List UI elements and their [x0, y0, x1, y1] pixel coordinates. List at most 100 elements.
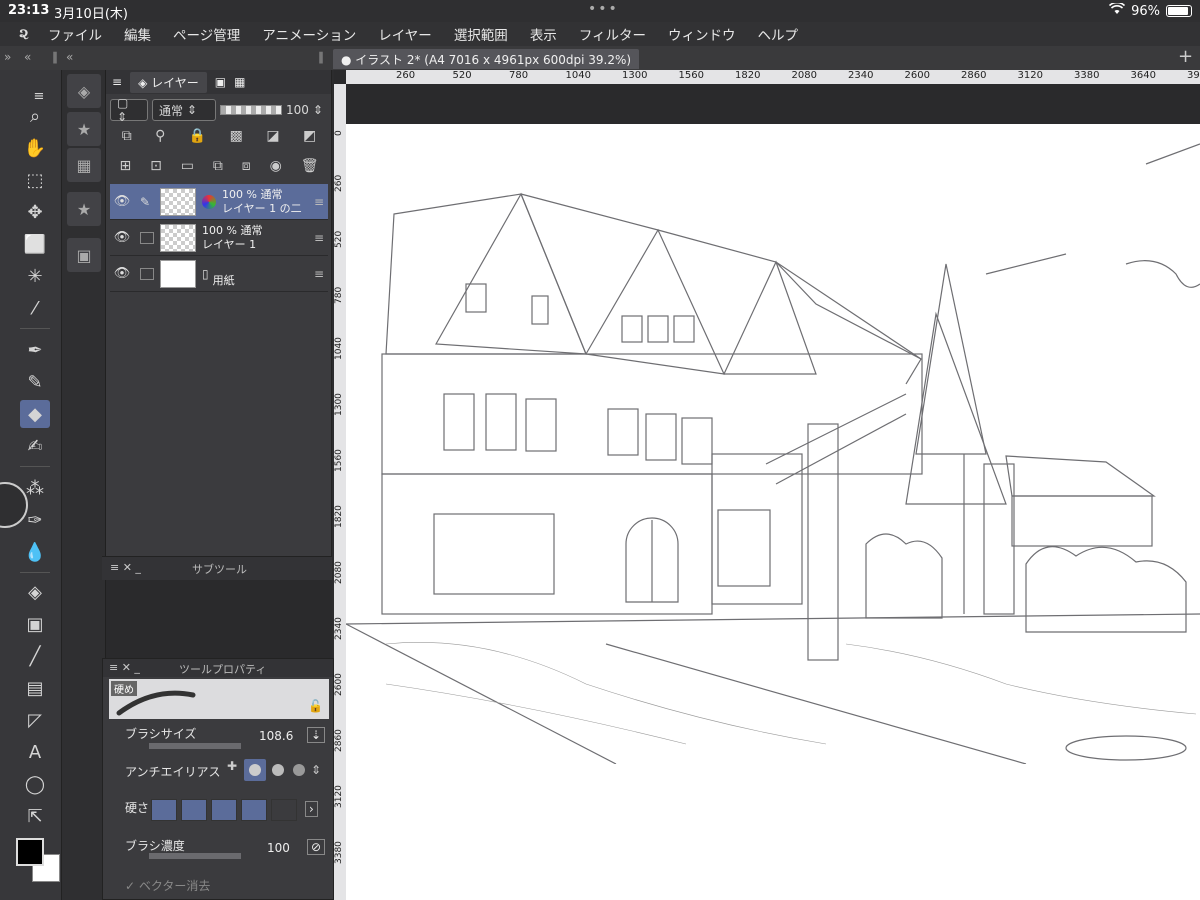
- folder-dock-icon[interactable]: ▣: [67, 238, 101, 272]
- hardness-level-3[interactable]: [211, 799, 237, 821]
- hardness-next-icon[interactable]: ›: [305, 801, 318, 817]
- menu-help[interactable]: ヘルプ: [758, 24, 799, 44]
- layer-checkbox[interactable]: [140, 231, 154, 244]
- menu-selection[interactable]: 選択範囲: [454, 24, 508, 44]
- antialias-strong-icon[interactable]: [290, 759, 308, 781]
- layer-drag-handle-icon[interactable]: ≡: [314, 267, 324, 281]
- menu-view[interactable]: 表示: [530, 24, 557, 44]
- object-tool-icon[interactable]: ⬚: [20, 166, 50, 194]
- hand-tool-icon[interactable]: ✋: [20, 134, 50, 162]
- tool-property-close-icon[interactable]: ≡ ✕ _: [109, 661, 140, 674]
- density-menu-icon[interactable]: ⊘: [307, 839, 326, 855]
- collapse-left-icon[interactable]: »: [4, 50, 11, 64]
- opacity-stepper-icon[interactable]: ⇕: [313, 103, 323, 117]
- ruler-show-icon[interactable]: ◩: [303, 128, 316, 144]
- layer-mask-icon[interactable]: ◉: [270, 158, 282, 174]
- brush-size-menu-icon[interactable]: ⇣: [307, 727, 326, 743]
- figure-tool-icon[interactable]: ╱: [20, 642, 50, 670]
- hardness-level-2[interactable]: [181, 799, 207, 821]
- tab-other-icon[interactable]: ▣: [215, 75, 226, 89]
- eyedropper-icon[interactable]: ⁄: [20, 294, 50, 322]
- visibility-eye-icon[interactable]: 👁: [110, 194, 134, 209]
- visibility-eye-icon[interactable]: 👁: [110, 266, 134, 281]
- pen-tool-icon[interactable]: ✒: [20, 336, 50, 364]
- tab-layer[interactable]: ◈ レイヤー: [130, 71, 207, 93]
- visibility-eye-icon[interactable]: 👁: [110, 230, 134, 245]
- collapse-dock-icon[interactable]: «: [66, 50, 73, 64]
- blend-tool-icon[interactable]: 💧: [20, 538, 50, 566]
- app-logo-icon[interactable]: ૨: [0, 24, 48, 44]
- drawing-canvas[interactable]: [346, 124, 1200, 900]
- layer-drag-handle-icon[interactable]: ≡: [314, 195, 324, 209]
- selection-tool-icon[interactable]: ⬜: [20, 230, 50, 258]
- layer-row[interactable]: 👁 ✎ 100 % 通常 レイヤー 1 の二 ≡: [110, 184, 328, 220]
- antialias-stepper-icon[interactable]: ⇕: [311, 763, 321, 777]
- brush-size-value[interactable]: 108.6: [259, 729, 293, 743]
- document-tab[interactable]: ● イラスト 2* (A4 7016 x 4961px 600dpi 39.2%…: [333, 49, 640, 69]
- menu-page[interactable]: ページ管理: [173, 24, 240, 44]
- antialias-none-icon[interactable]: ✚: [223, 759, 241, 781]
- gradient-tool-icon[interactable]: ▣: [20, 610, 50, 638]
- menu-layer[interactable]: レイヤー: [378, 24, 432, 44]
- correct-line-tool-icon[interactable]: ⇱: [20, 802, 50, 830]
- magic-wand-icon[interactable]: ✳: [20, 262, 50, 290]
- delete-layer-icon[interactable]: 🗑: [301, 158, 319, 174]
- layer-checkbox[interactable]: [140, 267, 154, 280]
- new-raster-layer-icon[interactable]: ⊞: [119, 158, 131, 174]
- move-tool-icon[interactable]: ✥: [20, 198, 50, 226]
- reference-icon[interactable]: ⚲: [155, 128, 165, 144]
- tab-grid-icon[interactable]: ▦: [234, 75, 245, 89]
- merge-down-icon[interactable]: ⧈: [242, 158, 251, 174]
- new-tab-button[interactable]: +: [1178, 46, 1193, 67]
- new-vector-layer-icon[interactable]: ⊡: [150, 158, 162, 174]
- panel-grip-icon[interactable]: ∥: [52, 50, 58, 64]
- favorite-dock-icon[interactable]: ★: [67, 192, 101, 226]
- expand-icon[interactable]: «: [24, 50, 31, 64]
- fill-tool-icon[interactable]: ◈: [20, 578, 50, 606]
- hardness-level-1[interactable]: [151, 799, 177, 821]
- foreground-color-swatch[interactable]: [16, 838, 44, 866]
- hardness-level-5[interactable]: [271, 799, 297, 821]
- subtool-close-icon[interactable]: ≡ ✕ _: [110, 561, 141, 574]
- balloon-tool-icon[interactable]: ◯: [20, 770, 50, 798]
- layer-dock-icon[interactable]: ◈: [67, 74, 101, 108]
- grid-dock-icon[interactable]: ▦: [67, 148, 101, 182]
- zoom-tool-icon[interactable]: ⌕: [20, 102, 50, 130]
- menu-file[interactable]: ファイル: [48, 24, 102, 44]
- panel-grip-icon[interactable]: ∥: [318, 50, 324, 64]
- brush-size-slider[interactable]: [149, 743, 241, 749]
- density-slider[interactable]: [149, 853, 241, 859]
- text-tool-icon[interactable]: A: [20, 738, 50, 766]
- copy-layer-icon[interactable]: ⧉: [213, 158, 223, 174]
- antialias-medium-icon[interactable]: [269, 759, 287, 781]
- opacity-value[interactable]: 100: [286, 103, 309, 117]
- ruler-tool-icon[interactable]: ◸: [20, 706, 50, 734]
- pencil-tool-icon[interactable]: ✎: [20, 368, 50, 396]
- antialias-weak-icon[interactable]: [244, 759, 266, 781]
- blend-mode-select[interactable]: 通常 ⇕: [152, 99, 216, 121]
- mask-icon[interactable]: ◪: [266, 128, 279, 144]
- layer-row[interactable]: 👁 100 % 通常 レイヤー 1 ≡: [110, 220, 328, 256]
- panel-menu-icon[interactable]: ≡: [112, 75, 122, 89]
- lock-alpha-icon[interactable]: ▩: [230, 128, 243, 144]
- layer-color-select[interactable]: ▢ ⇕: [110, 96, 148, 124]
- new-folder-icon[interactable]: ▭: [181, 158, 194, 174]
- menu-edit[interactable]: 編集: [124, 24, 151, 44]
- brush-tool-icon[interactable]: ✍: [20, 432, 50, 460]
- frame-tool-icon[interactable]: ▤: [20, 674, 50, 702]
- lock-icon[interactable]: 🔒: [189, 128, 206, 144]
- multitask-dots[interactable]: •••: [588, 1, 619, 17]
- layer-drag-handle-icon[interactable]: ≡: [314, 231, 324, 245]
- eraser-tool-icon[interactable]: ◆: [20, 400, 50, 428]
- clip-icon[interactable]: ⧉: [122, 128, 132, 144]
- lock-icon[interactable]: 🔓: [308, 699, 323, 713]
- layer-row[interactable]: 👁 ▯ 用紙 ≡: [110, 256, 328, 292]
- vector-erase-checkbox[interactable]: ✓: [125, 879, 135, 893]
- brush-preview[interactable]: 硬め 🔓: [109, 679, 329, 719]
- material-dock-icon[interactable]: ★: [67, 112, 101, 146]
- menu-filter[interactable]: フィルター: [579, 24, 646, 44]
- opacity-slider[interactable]: [220, 105, 282, 115]
- menu-window[interactable]: ウィンドウ: [668, 24, 736, 44]
- density-value[interactable]: 100: [267, 841, 290, 855]
- hardness-level-4[interactable]: [241, 799, 267, 821]
